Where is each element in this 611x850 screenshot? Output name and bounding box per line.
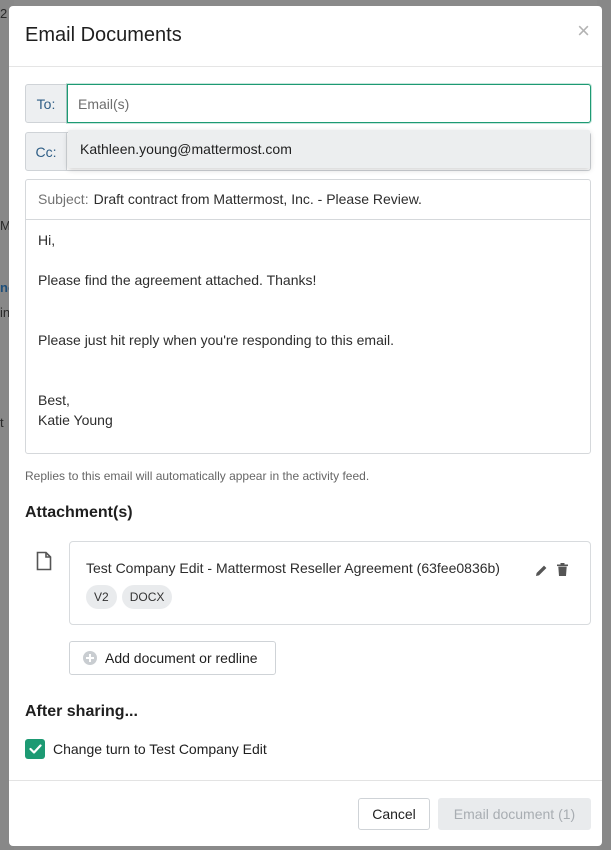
checkmark-icon <box>28 744 42 754</box>
subject-line[interactable]: Subject: Draft contract from Mattermost, … <box>26 180 590 220</box>
modal-footer: Cancel Email document (1) <box>9 780 602 846</box>
message-line <box>38 250 578 270</box>
attachment-tags: V2 DOCX <box>86 585 173 609</box>
email-compose-box: Subject: Draft contract from Mattermost, … <box>25 179 591 454</box>
file-type-tag: DOCX <box>121 585 173 609</box>
pencil-icon[interactable] <box>535 564 548 577</box>
message-line: Best, <box>38 392 70 408</box>
message-line: Please find the agreement attached. Than… <box>38 272 317 288</box>
cancel-button[interactable]: Cancel <box>358 798 430 830</box>
after-sharing-heading: After sharing... <box>25 703 138 720</box>
message-line <box>38 350 578 370</box>
message-line <box>38 310 578 330</box>
subject-label: Subject: <box>38 191 89 207</box>
message-body[interactable]: Hi, Please find the agreement attached. … <box>26 220 590 440</box>
plus-circle-icon <box>83 651 97 665</box>
attachments-heading: Attachment(s) <box>25 504 133 521</box>
add-document-button[interactable]: Add document or redline <box>69 641 276 675</box>
to-field-row: To: <box>25 84 591 123</box>
modal-title: Email Documents <box>25 24 182 46</box>
email-document-button[interactable]: Email document (1) <box>438 798 591 830</box>
message-line: Katie Young <box>38 412 113 428</box>
email-documents-modal: Email Documents × To: Cc: Kathleen.young… <box>9 6 602 846</box>
email-suggestion-item[interactable]: Kathleen.young@mattermost.com <box>68 130 590 168</box>
message-line <box>38 290 578 310</box>
version-tag: V2 <box>86 585 117 609</box>
subject-value: Draft contract from Mattermost, Inc. - P… <box>93 191 422 207</box>
add-document-label: Add document or redline <box>105 650 258 666</box>
reply-hint: Replies to this email will automatically… <box>25 469 370 483</box>
close-icon[interactable]: × <box>577 20 590 42</box>
background-text-fragment: 2 <box>0 6 8 21</box>
attachment-name: Test Company Edit - Mattermost Reseller … <box>86 560 500 576</box>
to-label: To: <box>25 84 67 123</box>
modal-header: Email Documents × <box>9 6 602 67</box>
cc-label: Cc: <box>25 132 67 171</box>
attachment-card: Test Company Edit - Mattermost Reseller … <box>69 541 591 625</box>
message-line <box>38 370 578 390</box>
document-icon <box>36 551 52 571</box>
change-turn-label: Change turn to Test Company Edit <box>53 741 267 757</box>
message-line: Hi, <box>38 232 56 248</box>
background-text-fragment: t <box>0 415 4 430</box>
to-email-input[interactable] <box>67 84 591 123</box>
message-line: Please just hit reply when you're respon… <box>38 332 394 348</box>
trash-icon[interactable] <box>557 563 568 576</box>
change-turn-option: Change turn to Test Company Edit <box>25 739 267 759</box>
change-turn-checkbox[interactable] <box>25 739 45 759</box>
